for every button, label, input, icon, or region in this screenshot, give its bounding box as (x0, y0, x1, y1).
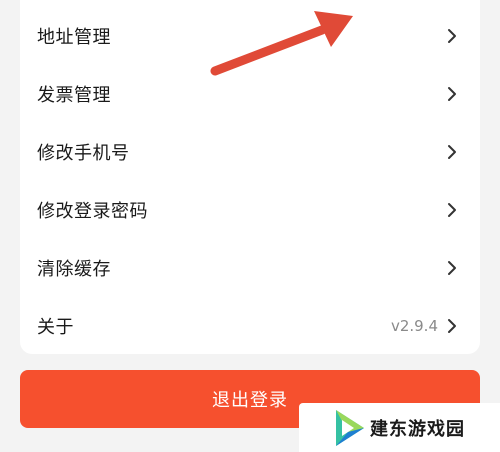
chevron-right-icon (448, 261, 456, 275)
watermark: 建东游戏园 (299, 403, 500, 452)
settings-item-clear-cache[interactable]: 清除缓存 (20, 239, 480, 297)
site-logo-icon (336, 410, 364, 446)
settings-item-label: 关于 (37, 317, 74, 338)
watermark-text: 建东游戏园 (370, 418, 465, 440)
settings-item-label: 发票管理 (37, 85, 111, 106)
chevron-right-icon (448, 29, 456, 43)
chevron-right-icon (448, 87, 456, 101)
settings-item-label: 清除缓存 (37, 259, 111, 280)
chevron-right-icon (448, 319, 456, 333)
settings-item-label: 修改手机号 (37, 143, 130, 164)
chevron-right-icon (448, 203, 456, 217)
settings-item-label: 地址管理 (37, 27, 111, 48)
settings-item-change-phone[interactable]: 修改手机号 (20, 123, 480, 181)
settings-item-change-password[interactable]: 修改登录密码 (20, 181, 480, 239)
settings-list: 地址管理 发票管理 修改手机号 修改登录密码 清除缓存 关于 v2.9.4 (20, 0, 480, 354)
settings-item-address[interactable]: 地址管理 (20, 7, 480, 65)
chevron-right-icon (448, 145, 456, 159)
app-version: v2.9.4 (390, 317, 438, 335)
settings-item-about[interactable]: 关于 v2.9.4 (20, 297, 480, 355)
settings-item-invoice[interactable]: 发票管理 (20, 65, 480, 123)
settings-item-label: 修改登录密码 (37, 201, 148, 222)
